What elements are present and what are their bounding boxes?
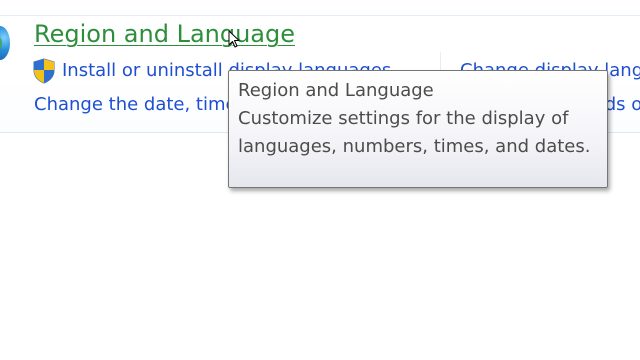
globe-icon[interactable]: [0, 26, 10, 60]
divider: [0, 15, 640, 16]
uac-shield-icon: [33, 58, 55, 84]
mouse-pointer-icon: [228, 30, 240, 48]
tooltip-title: Region and Language: [238, 80, 434, 101]
control-panel-page: Region and Language Install or uninstall…: [0, 0, 640, 360]
tooltip: Region and Language Customize settings f…: [228, 70, 608, 188]
region-and-language-link[interactable]: Region and Language: [34, 20, 295, 48]
tooltip-description: Customize settings for the display of la…: [238, 108, 591, 157]
